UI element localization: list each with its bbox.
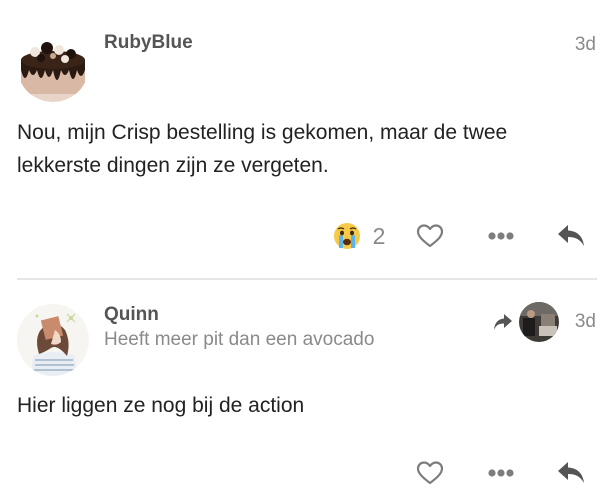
heart-icon (416, 461, 444, 485)
post-date[interactable]: 3d (575, 34, 596, 56)
post-body: Hier liggen ze nog bij de action (17, 394, 305, 417)
reply-icon (558, 462, 584, 483)
reply-arrow-icon (494, 314, 512, 330)
heart-icon (416, 224, 444, 248)
reply-to-indicator[interactable] (492, 311, 514, 333)
user-avatar[interactable] (17, 30, 89, 102)
post: Quinn Heeft meer pit dan een avocado 3d … (0, 280, 612, 500)
reaction-button[interactable] (330, 218, 364, 254)
like-button[interactable] (413, 455, 447, 491)
crying-face-icon (334, 223, 360, 249)
user-title: Heeft meer pit dan een avocado (104, 329, 375, 350)
more-icon (488, 469, 514, 477)
post: RubyBlue 3d Nou, mijn Crisp bestelling i… (0, 0, 612, 278)
reaction-count[interactable]: 2 (366, 218, 392, 254)
reply-icon (558, 225, 584, 246)
more-icon (488, 232, 514, 240)
reply-button[interactable] (553, 455, 589, 491)
like-button[interactable] (413, 218, 447, 254)
more-button[interactable] (484, 218, 518, 254)
drawing-avatar-icon (17, 304, 89, 376)
post-date[interactable]: 3d (575, 311, 596, 333)
username[interactable]: Quinn (104, 304, 159, 326)
user-avatar[interactable] (17, 304, 89, 376)
cake-avatar-icon (17, 30, 89, 102)
more-button[interactable] (484, 455, 518, 491)
post-actions (0, 455, 612, 491)
post-actions: 2 (0, 218, 612, 254)
reply-to-avatar[interactable] (519, 302, 559, 342)
username[interactable]: RubyBlue (104, 32, 193, 54)
reply-to-avatar-icon (519, 302, 559, 342)
reply-button[interactable] (553, 218, 589, 254)
post-body: Nou, mijn Crisp bestelling is gekomen, m… (17, 121, 508, 177)
